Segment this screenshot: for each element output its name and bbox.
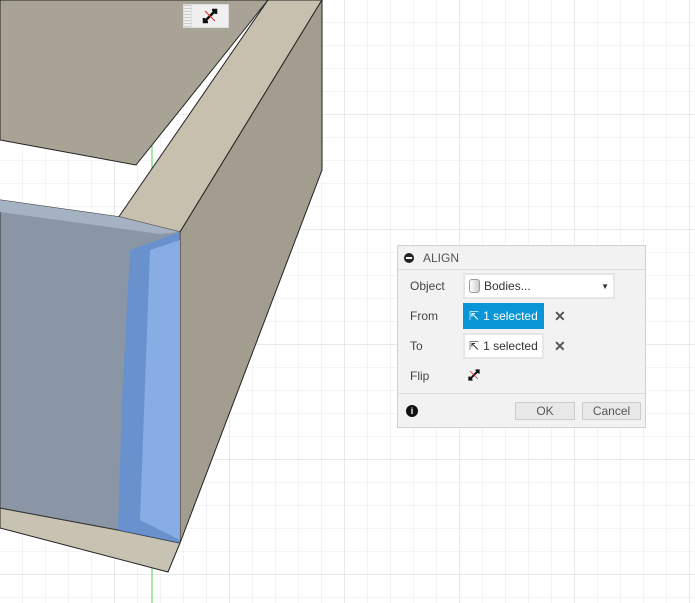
object-value: Bodies... <box>484 279 531 293</box>
cursor-icon: ⇱ <box>469 309 480 323</box>
ok-button[interactable]: OK <box>515 402 575 420</box>
body-icon <box>469 279 480 293</box>
from-selection[interactable]: ⇱ 1 selected <box>463 303 544 329</box>
drag-handle[interactable] <box>184 5 192 27</box>
flip-arrows-icon <box>202 8 218 24</box>
to-value: 1 selected <box>483 339 538 353</box>
flip-label: Flip <box>410 369 430 383</box>
viewcube-toolbar <box>183 4 229 28</box>
chevron-down-icon: ▼ <box>601 281 609 291</box>
from-value: 1 selected <box>483 309 538 323</box>
flip-button[interactable] <box>467 368 481 385</box>
flip-arrows-icon <box>468 368 480 381</box>
align-dialog: ALIGN Object Bodies... ▼ From ⇱ 1 select… <box>397 245 646 428</box>
object-dropdown[interactable]: Bodies... ▼ <box>463 273 615 299</box>
clear-from-button[interactable]: ✕ <box>554 308 566 325</box>
to-label: To <box>410 339 423 353</box>
info-icon[interactable]: i <box>406 405 418 417</box>
object-label: Object <box>410 279 445 293</box>
from-label: From <box>410 309 438 323</box>
clear-to-button[interactable]: ✕ <box>554 338 566 355</box>
flip-toggle-button[interactable] <box>192 7 228 25</box>
cursor-icon: ⇱ <box>469 339 480 353</box>
cancel-button[interactable]: Cancel <box>582 402 641 420</box>
to-selection[interactable]: ⇱ 1 selected <box>463 333 544 359</box>
collapse-icon[interactable] <box>404 252 414 263</box>
dialog-title: ALIGN <box>423 250 460 265</box>
